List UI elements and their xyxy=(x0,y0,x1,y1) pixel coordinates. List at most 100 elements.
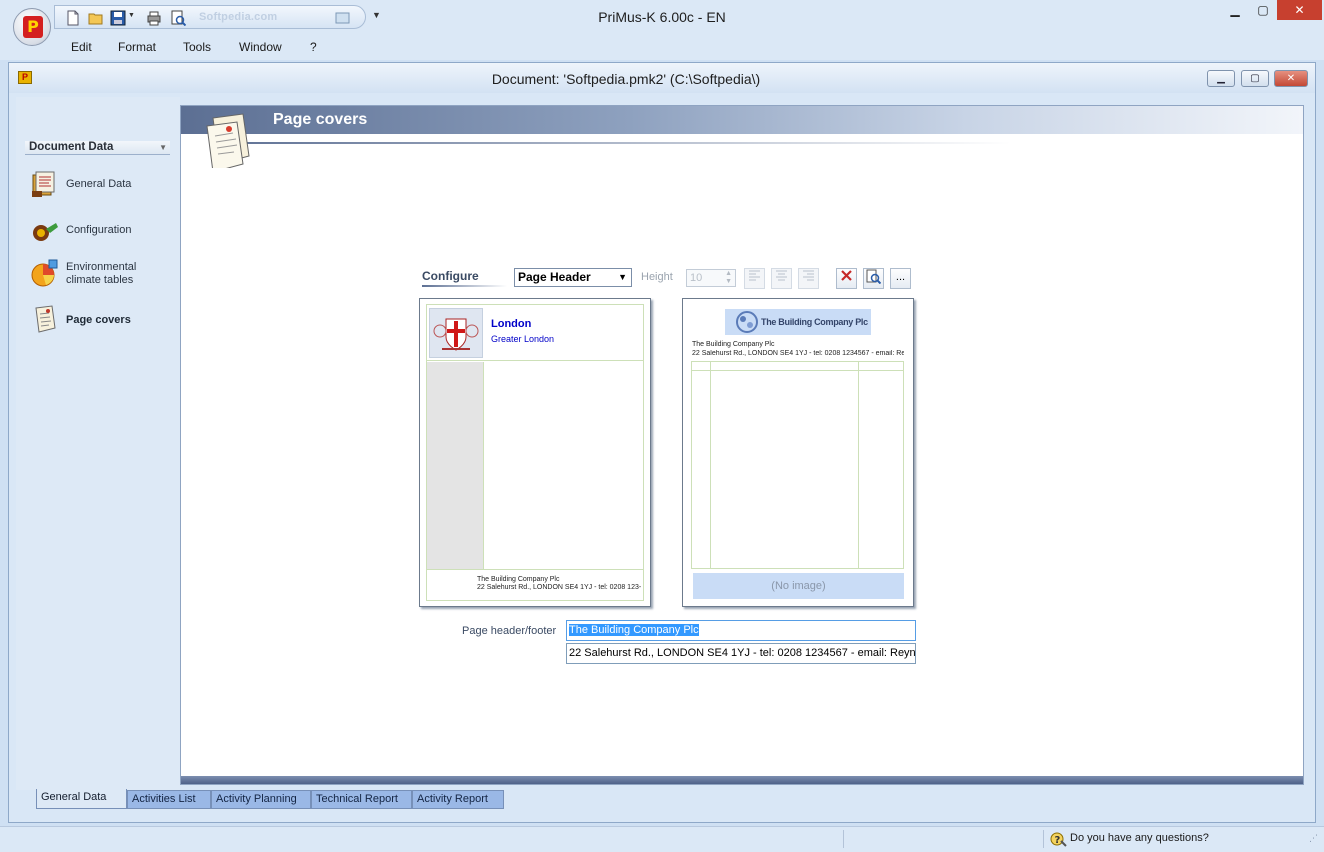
tab-technical-report[interactable]: Technical Report xyxy=(311,790,412,809)
align-right-icon xyxy=(803,270,814,281)
preview-right-line2: 22 Salehurst Rd., LONDON SE4 1YJ - tel: … xyxy=(692,350,904,357)
main-bottom-bar xyxy=(181,776,1303,784)
page-preview-frame: London Greater London The Building Compa… xyxy=(426,304,644,601)
preview-sidebar-column xyxy=(427,362,484,569)
sidebar-item-label: Page covers xyxy=(66,314,131,326)
header-footer-line1-value: The Building Company Plc xyxy=(569,624,699,636)
close-button[interactable]: ✕ xyxy=(1277,0,1322,20)
app-menu-button[interactable]: P xyxy=(13,8,51,46)
preview-right-line1: The Building Company Plc xyxy=(692,341,775,348)
sidebar-item-configuration[interactable]: Configuration xyxy=(30,215,175,251)
resize-grip-icon[interactable]: ⋰ xyxy=(1309,833,1318,844)
coat-of-arms-image xyxy=(429,308,483,358)
align-left-icon xyxy=(749,270,760,281)
height-stepper[interactable]: 10 ▲ ▼ xyxy=(686,269,736,287)
magnifier-icon xyxy=(866,269,882,285)
section-select-value: Page Header xyxy=(518,270,591,284)
sidebar-item-label-line1: Environmental xyxy=(66,261,137,273)
tab-activities-list[interactable]: Activities List xyxy=(127,790,211,809)
sidebar-item-general-data[interactable]: General Data xyxy=(30,169,175,205)
window-title: PriMus-K 6.00c - EN xyxy=(598,9,726,25)
configure-divider xyxy=(422,285,507,287)
align-center-icon xyxy=(776,270,787,281)
preview-footer-line2: 22 Salehurst Rd., LONDON SE4 1YJ - tel: … xyxy=(477,584,642,591)
document-title-bar: P Document: 'Softpedia.pmk2' (C:\Softped… xyxy=(9,63,1315,93)
help-question-icon[interactable]: ? xyxy=(1050,831,1068,847)
sidebar-item-label-line2: climate tables xyxy=(66,274,134,286)
menu-edit[interactable]: Edit xyxy=(71,40,92,54)
doc-minimize-button[interactable]: ▁ xyxy=(1207,70,1235,87)
tab-label: General Data xyxy=(41,791,107,803)
sidebar-group-header[interactable]: Document Data ▼ xyxy=(25,141,170,155)
climate-tables-icon xyxy=(31,259,58,287)
preview-region: Greater London xyxy=(491,334,555,344)
preview-city: London xyxy=(491,318,532,330)
doc-restore-button[interactable]: ▢ xyxy=(1241,70,1269,87)
stepper-arrows-icon[interactable]: ▲ ▼ xyxy=(725,270,732,286)
chevron-down-icon: ▼ xyxy=(159,143,167,152)
preview-header: London Greater London xyxy=(427,305,643,361)
svg-text:?: ? xyxy=(1055,835,1061,846)
preview-body-frame xyxy=(691,361,904,569)
section-select[interactable]: Page Header ▼ xyxy=(514,268,632,287)
configure-label: Configure xyxy=(422,269,479,283)
primus-logo-icon: P xyxy=(23,16,43,38)
sidebar-item-label: Configuration xyxy=(66,224,132,236)
company-logo-icon xyxy=(736,311,758,333)
doc-close-button[interactable]: ✕ xyxy=(1274,70,1308,87)
status-separator xyxy=(843,830,844,848)
menu-window[interactable]: Window xyxy=(239,40,282,54)
company-logo-text: The Building Company Plc xyxy=(761,317,868,327)
tab-activity-planning[interactable]: Activity Planning xyxy=(211,790,311,809)
preview-grid-line xyxy=(692,370,903,371)
main-panel: Page covers Configure Page Header ▼ Heig… xyxy=(180,105,1304,785)
tab-label: Activity Report xyxy=(417,793,488,805)
sidebar-item-label: General Data xyxy=(66,178,132,190)
page-preview-left[interactable]: London Greater London The Building Compa… xyxy=(419,298,651,607)
more-options-button[interactable]: ... xyxy=(890,268,911,289)
header-footer-line2-field[interactable]: 22 Salehurst Rd., LONDON SE4 1YJ - tel: … xyxy=(566,643,916,664)
delete-x-icon xyxy=(841,270,852,281)
general-data-icon xyxy=(32,171,55,197)
preview-grid-line xyxy=(858,362,859,568)
height-label: Height xyxy=(641,271,673,283)
preview-footer-line1: The Building Company Plc xyxy=(477,576,560,583)
page-banner: Page covers xyxy=(181,106,1303,134)
align-center-button[interactable] xyxy=(771,268,792,289)
preview-footer-divider xyxy=(427,569,643,570)
delete-button[interactable] xyxy=(836,268,857,289)
menu-help[interactable]: ? xyxy=(310,40,317,54)
tab-label: Technical Report xyxy=(316,793,398,805)
help-prompt-text[interactable]: Do you have any questions? xyxy=(1070,832,1209,844)
banner-divider xyxy=(211,142,1011,144)
document-window: P Document: 'Softpedia.pmk2' (C:\Softped… xyxy=(8,62,1316,823)
title-bar: P ▼ Softpedia.com ▼ PriMus-K 6.00c - EN … xyxy=(0,0,1324,46)
preview-button[interactable] xyxy=(863,268,884,289)
menu-format[interactable]: Format xyxy=(118,40,156,54)
maximize-button[interactable]: ▢ xyxy=(1249,0,1277,20)
tab-label: Activities List xyxy=(132,793,196,805)
minimize-button[interactable]: ▁ xyxy=(1221,0,1249,20)
align-left-button[interactable] xyxy=(744,268,765,289)
header-footer-line1-field[interactable]: The Building Company Plc xyxy=(566,620,916,641)
sidebar: Document Data ▼ General Data Configurati… xyxy=(16,97,180,790)
configuration-icon xyxy=(33,223,58,241)
sidebar-header-label: Document Data xyxy=(29,141,114,153)
sidebar-item-page-covers[interactable]: Page covers xyxy=(30,304,175,340)
tab-general-data[interactable]: General Data xyxy=(36,789,127,809)
status-separator xyxy=(1043,830,1044,848)
tab-label: Activity Planning xyxy=(216,793,297,805)
header-footer-label: Page header/footer xyxy=(462,625,557,637)
sidebar-item-climate-tables[interactable]: Environmental climate tables xyxy=(30,258,175,294)
tab-activity-report[interactable]: Activity Report xyxy=(412,790,504,809)
align-right-button[interactable] xyxy=(798,268,819,289)
page-preview-right[interactable]: The Building Company Plc The Building Co… xyxy=(682,298,914,607)
document-title: Document: 'Softpedia.pmk2' (C:\Softpedia… xyxy=(491,71,761,87)
company-logo: The Building Company Plc xyxy=(725,309,871,335)
document-tabs: General Data Activities List Activity Pl… xyxy=(16,789,1308,810)
menu-bar: Edit Format Tools Window ? xyxy=(0,36,1324,60)
status-bar: ? Do you have any questions? ⋰ xyxy=(0,826,1324,852)
menu-tools[interactable]: Tools xyxy=(183,40,211,54)
no-image-placeholder: (No image) xyxy=(693,573,904,599)
page-covers-banner-icon xyxy=(206,113,250,168)
